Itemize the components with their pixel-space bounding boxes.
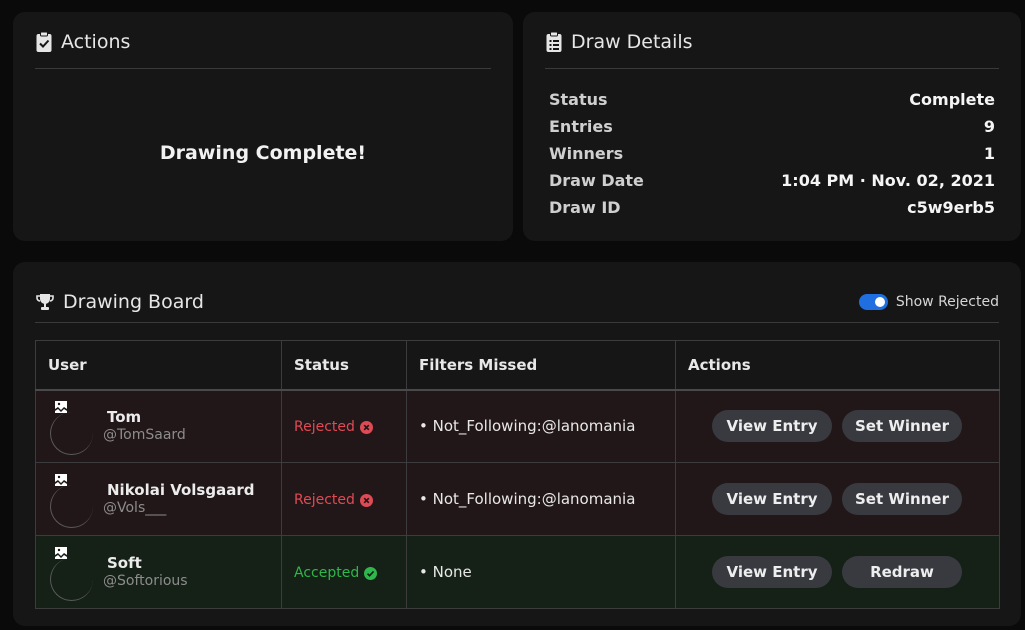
draw-details-list: Status Complete Entries 9 Winners 1 Draw… (549, 88, 995, 223)
view-entry-button[interactable]: View Entry (712, 556, 832, 588)
detail-value: c5w9erb5 (907, 198, 995, 217)
user-name: Nikolai Volsgaard (107, 481, 255, 499)
filters-missed-cell: • Not_Following:@lanomania (406, 462, 676, 536)
detail-label: Entries (549, 117, 613, 136)
table-row: Nikolai Volsgaard @Vols___ Rejected • No… (35, 462, 1000, 536)
status-badge: Accepted (294, 565, 378, 581)
x-circle-icon (359, 420, 373, 434)
drawing-board-title: Drawing Board (63, 291, 204, 313)
drawing-board-table: User Status Filters Missed Actions Tom @… (35, 340, 1000, 609)
view-entry-button[interactable]: View Entry (712, 410, 832, 443)
detail-label: Draw Date (549, 171, 644, 190)
x-circle-icon (359, 493, 373, 507)
filters-missed-cell: • Not_Following:@lanomania (406, 389, 676, 463)
broken-image-icon (55, 546, 67, 559)
show-rejected-label: Show Rejected (895, 294, 999, 310)
user-name: Soft (107, 554, 142, 572)
avatar (50, 473, 93, 528)
broken-image-icon (55, 473, 67, 486)
status-text: Rejected (294, 419, 355, 436)
table-row: Soft @Softorious Accepted • None View En… (35, 535, 1000, 609)
broken-image-icon (55, 400, 67, 413)
actions-header: Actions (35, 30, 491, 69)
redraw-button[interactable]: Redraw (842, 556, 962, 588)
status-cell: Rejected (281, 462, 407, 536)
clipboard-check-icon (36, 31, 52, 52)
user-name: Tom (107, 408, 142, 427)
avatar (50, 546, 93, 601)
detail-value: Complete (909, 90, 995, 109)
detail-row-draw-date: Draw Date 1:04 PM · Nov. 02, 2021 (549, 169, 995, 196)
detail-label: Winners (549, 144, 624, 163)
user-handle: @Vols___ (103, 500, 167, 516)
status-cell: Rejected (281, 389, 407, 463)
status-badge: Rejected (294, 419, 373, 435)
user-handle: @Softorious (103, 573, 188, 589)
user-cell: Nikolai Volsgaard @Vols___ (35, 462, 282, 536)
column-header-user: User (35, 340, 282, 391)
draw-details-title: Draw Details (571, 31, 693, 53)
detail-label: Draw ID (549, 198, 621, 217)
detail-label: Status (549, 90, 608, 109)
column-header-filters-missed: Filters Missed (406, 340, 676, 391)
view-entry-button[interactable]: View Entry (712, 483, 832, 515)
drawing-complete-message: Drawing Complete! (159, 142, 367, 164)
detail-value: 9 (983, 117, 995, 136)
table-header-row: User Status Filters Missed Actions (35, 340, 1000, 391)
column-header-actions: Actions (675, 340, 1000, 391)
status-text: Accepted (294, 565, 360, 581)
drawing-board-card: Drawing Board Show Rejected User Status … (13, 262, 1021, 626)
user-handle: @TomSaard (103, 427, 186, 444)
trophy-icon (36, 294, 54, 310)
draw-details-card: Draw Details Status Complete Entries 9 W… (523, 12, 1021, 241)
set-winner-button[interactable]: Set Winner (842, 410, 962, 443)
detail-row-winners: Winners 1 (549, 142, 995, 169)
clipboard-list-icon (546, 31, 562, 52)
detail-row-draw-id: Draw ID c5w9erb5 (549, 196, 995, 223)
set-winner-button[interactable]: Set Winner (842, 483, 962, 515)
actions-cell: View Entry Redraw (675, 535, 1000, 609)
user-cell: Tom @TomSaard (35, 389, 282, 463)
detail-value: 1:04 PM · Nov. 02, 2021 (781, 171, 995, 190)
detail-row-status: Status Complete (549, 88, 995, 115)
actions-cell: View Entry Set Winner (675, 462, 1000, 536)
show-rejected-toggle[interactable] (858, 294, 888, 310)
actions-cell: View Entry Set Winner (675, 389, 1000, 463)
check-circle-icon (364, 566, 378, 580)
avatar (50, 400, 93, 455)
detail-row-entries: Entries 9 (549, 115, 995, 142)
status-cell: Accepted (281, 535, 407, 609)
actions-card: Actions Drawing Complete! (13, 12, 513, 241)
drawing-board-header: Drawing Board Show Rejected (35, 282, 999, 323)
column-header-status: Status (281, 340, 407, 391)
show-rejected-control: Show Rejected (858, 294, 999, 310)
status-badge: Rejected (294, 492, 373, 508)
status-text: Rejected (294, 492, 355, 508)
draw-details-header: Draw Details (545, 30, 999, 69)
user-cell: Soft @Softorious (35, 535, 282, 609)
actions-title: Actions (61, 31, 131, 53)
detail-value: 1 (983, 144, 995, 163)
filters-missed-cell: • None (406, 535, 676, 609)
table-row: Tom @TomSaard Rejected • Not_Following:@… (35, 389, 1000, 463)
